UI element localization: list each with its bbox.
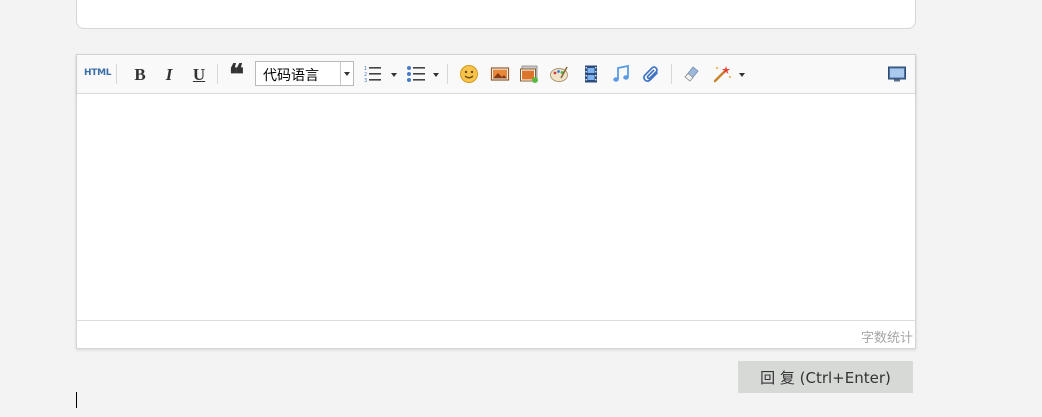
toolbar-separator — [447, 64, 448, 84]
html-source-button[interactable]: HTML — [84, 68, 111, 78]
code-language-value: 代码语言 — [263, 68, 319, 84]
toolbar-separator — [671, 64, 672, 84]
image-icon[interactable] — [490, 64, 510, 84]
text-cursor — [76, 392, 77, 408]
album-icon[interactable] — [519, 64, 539, 84]
previous-content-card — [76, 0, 916, 29]
bold-button[interactable]: B — [129, 64, 151, 86]
paint-palette-icon[interactable] — [549, 64, 569, 84]
emoji-icon[interactable] — [459, 64, 479, 84]
magic-wand-dropdown-icon[interactable] — [739, 73, 745, 77]
svg-text:3: 3 — [364, 78, 367, 84]
toolbar-separator — [217, 64, 218, 84]
music-icon[interactable] — [611, 64, 631, 84]
magic-wand-icon[interactable] — [712, 64, 732, 84]
editor-status-bar: 字数统计 — [77, 320, 915, 348]
rich-text-editor: HTML B I U ❝ 代码语言 1 2 3 字数统计 — [76, 54, 916, 349]
unordered-list-dropdown-icon[interactable] — [433, 73, 439, 77]
reply-submit-button[interactable]: 回 复 (Ctrl+Enter) — [738, 361, 913, 393]
unordered-list-icon[interactable] — [406, 64, 426, 84]
chevron-down-icon[interactable] — [340, 62, 353, 85]
eraser-icon[interactable] — [681, 64, 701, 84]
word-count-label: 字数统计 — [860, 331, 913, 346]
fullscreen-icon[interactable] — [887, 64, 907, 84]
video-icon[interactable] — [581, 64, 601, 84]
blockquote-button[interactable]: ❝ — [229, 62, 244, 90]
ordered-list-icon[interactable]: 1 2 3 — [363, 64, 383, 84]
editor-text-area[interactable] — [77, 94, 915, 320]
toolbar-separator — [116, 64, 117, 84]
italic-button[interactable]: I — [158, 64, 180, 86]
code-language-select[interactable]: 代码语言 — [255, 61, 354, 86]
underline-button[interactable]: U — [188, 64, 210, 86]
editor-toolbar: HTML B I U ❝ 代码语言 1 2 3 — [77, 55, 915, 94]
ordered-list-dropdown-icon[interactable] — [391, 73, 397, 77]
attachment-icon[interactable] — [642, 64, 662, 84]
